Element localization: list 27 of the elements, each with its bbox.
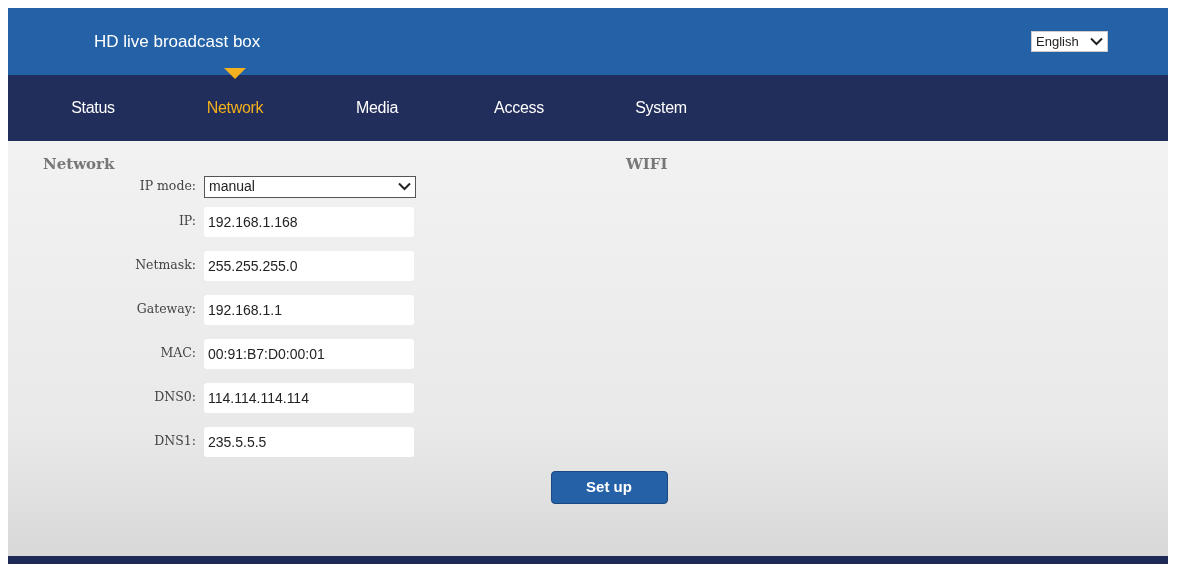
field-label: Netmask:: [134, 256, 197, 275]
field-label: DNS0:: [153, 388, 197, 407]
nav-tab[interactable]: Status: [22, 96, 164, 120]
nav-tab[interactable]: Access: [448, 96, 590, 120]
input-field[interactable]: 192.168.1.168: [204, 206, 414, 237]
nav-tab[interactable]: System: [590, 96, 732, 120]
setup-button[interactable]: Set up: [550, 470, 668, 504]
field-label: MAC:: [159, 344, 197, 363]
section-heading: WIFI: [626, 154, 668, 175]
chevron-down-icon: [398, 182, 411, 191]
nav-tab[interactable]: Network: [164, 96, 306, 120]
input-field[interactable]: 114.114.114.114: [204, 382, 414, 413]
app-title: HD live broadcast box: [94, 30, 261, 53]
language-select[interactable]: English: [1031, 31, 1108, 52]
active-indicator-icon: [224, 68, 246, 79]
ip-mode-select[interactable]: manual: [204, 175, 416, 198]
field-label: DNS1:: [153, 432, 197, 451]
chevron-down-icon: [1090, 37, 1103, 46]
field-label: Gateway:: [135, 300, 197, 319]
section-heading: Network: [43, 154, 116, 175]
input-field[interactable]: 235.5.5.5: [204, 426, 414, 457]
nav-tab[interactable]: Media: [306, 96, 448, 120]
input-field[interactable]: 192.168.1.1: [204, 294, 414, 325]
input-field[interactable]: 00:91:B7:D0:00:01: [204, 338, 414, 369]
input-field[interactable]: 255.255.255.0: [204, 250, 414, 281]
field-label: IP mode:: [138, 177, 197, 196]
field-label: IP:: [177, 212, 197, 231]
